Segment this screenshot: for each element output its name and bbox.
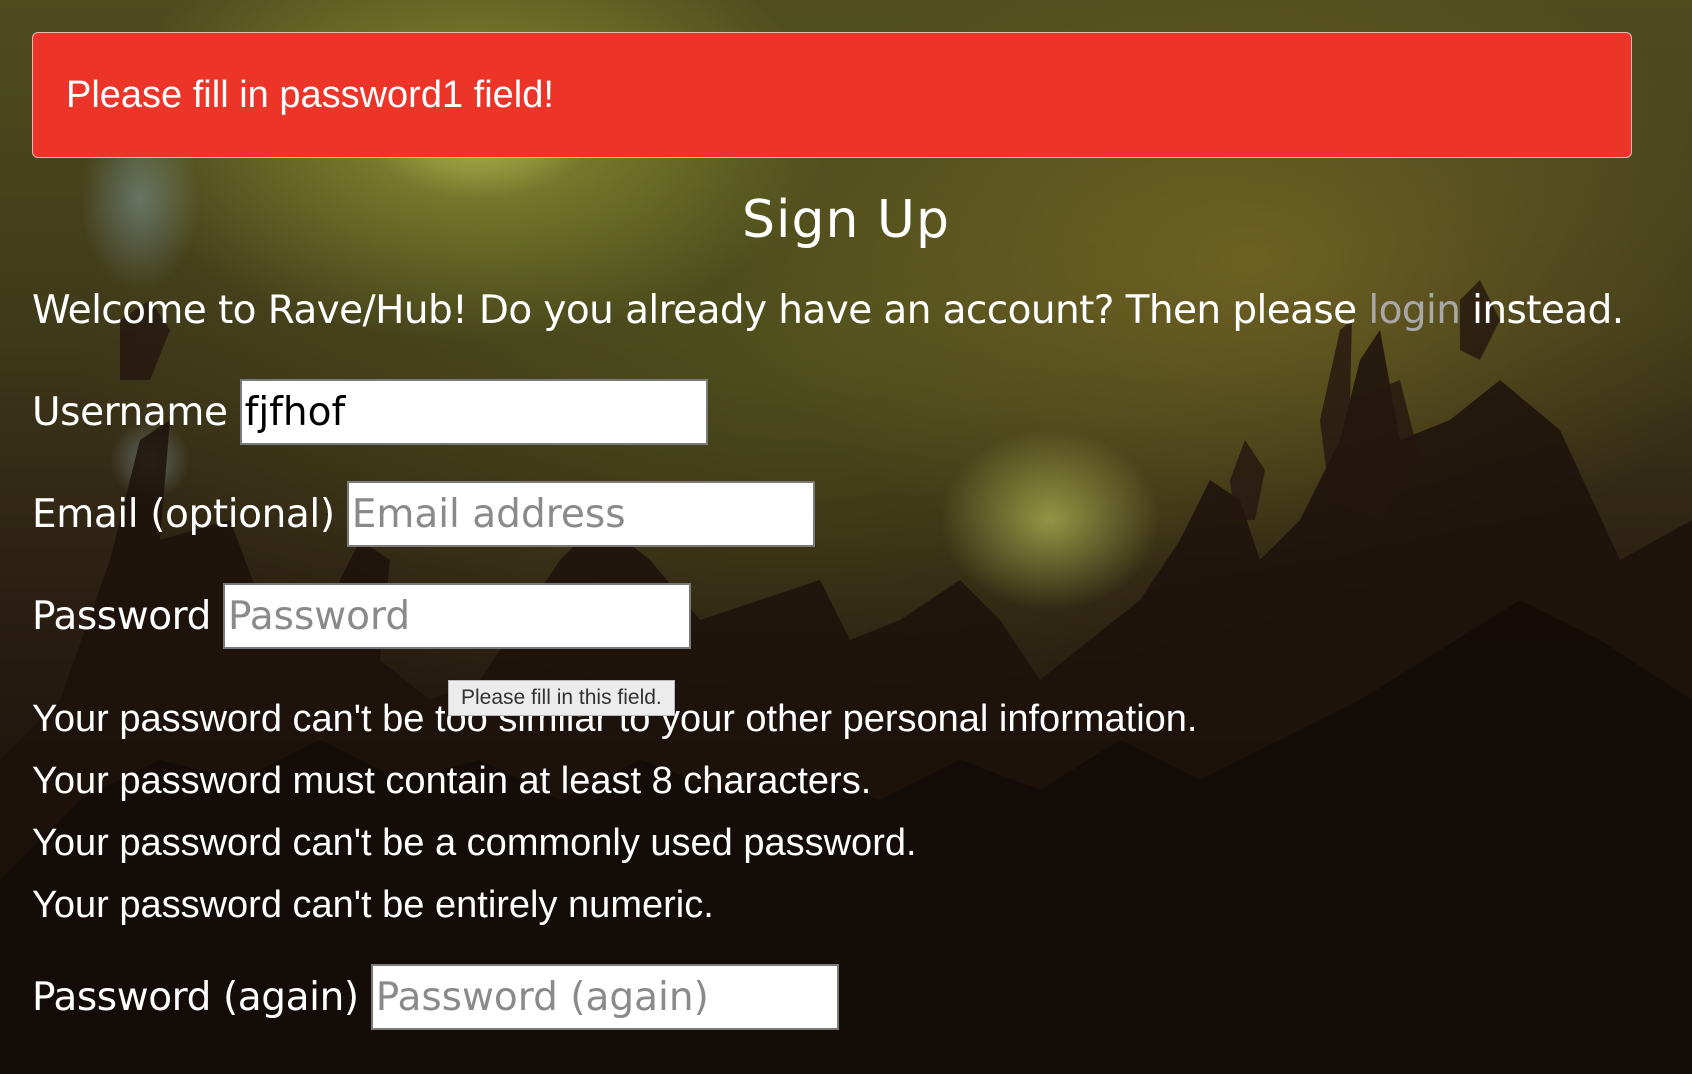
email-row: Email (optional) — [32, 481, 815, 547]
email-label: Email (optional) — [32, 491, 335, 537]
username-row: Username — [32, 379, 708, 445]
password-help-item: Your password must contain at least 8 ch… — [32, 760, 872, 802]
password-again-label: Password (again) — [32, 974, 359, 1020]
password-row: Password — [32, 583, 691, 649]
password-help-item: Your password can't be a commonly used p… — [32, 822, 917, 864]
username-input[interactable] — [239, 379, 708, 445]
password-input[interactable] — [222, 583, 691, 649]
page-title: Sign Up — [741, 190, 951, 250]
login-link[interactable]: login — [1368, 288, 1461, 333]
password-help-item: Your password can't be entirely numeric. — [32, 884, 714, 926]
password-again-input[interactable] — [370, 964, 839, 1030]
password-help-list: Your password can't be too similar to yo… — [32, 688, 1197, 936]
password-label: Password — [32, 593, 211, 639]
welcome-text-before: Welcome to Rave/Hub! Do you already have… — [32, 288, 1369, 333]
validation-tooltip: Please fill in this field. — [448, 680, 675, 716]
username-label: Username — [32, 389, 228, 435]
email-input[interactable] — [346, 481, 815, 547]
error-alert-message: Please fill in password1 field! — [66, 73, 554, 116]
welcome-text-after: instead. — [1460, 288, 1624, 333]
error-alert: Please fill in password1 field! — [32, 32, 1632, 158]
welcome-text: Welcome to Rave/Hub! Do you already have… — [32, 288, 1624, 333]
password-again-row: Password (again) — [32, 964, 839, 1030]
